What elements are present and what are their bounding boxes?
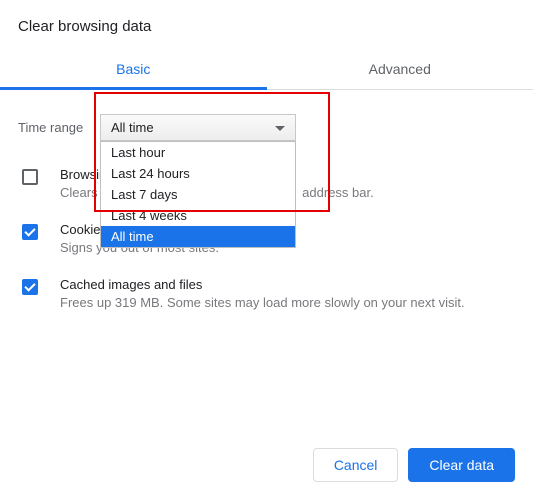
time-range-option[interactable]: Last hour (101, 142, 295, 163)
time-range-row: Time range All time Last hour Last 24 ho… (18, 114, 515, 141)
tab-basic[interactable]: Basic (0, 49, 267, 90)
time-range-selected-value: All time (111, 120, 154, 135)
time-range-option-selected[interactable]: All time (101, 226, 295, 247)
time-range-option[interactable]: Last 24 hours (101, 163, 295, 184)
option-desc: Frees up 319 MB. Some sites may load mor… (60, 295, 515, 310)
time-range-label: Time range (18, 120, 100, 135)
option-text: Cached images and files Frees up 319 MB.… (60, 277, 515, 310)
dialog-footer: Cancel Clear data (313, 448, 515, 482)
dialog-content: Time range All time Last hour Last 24 ho… (18, 90, 515, 310)
option-cache: Cached images and files Frees up 319 MB.… (18, 277, 515, 310)
tab-advanced[interactable]: Advanced (267, 49, 533, 89)
time-range-dropdown: Last hour Last 24 hours Last 7 days Last… (100, 141, 296, 248)
time-range-option[interactable]: Last 7 days (101, 184, 295, 205)
time-range-select[interactable]: All time (100, 114, 296, 141)
checkbox-cache[interactable] (22, 279, 38, 295)
tabs: Basic Advanced (0, 49, 533, 90)
checkbox-browsing-history[interactable] (22, 169, 38, 185)
dialog-title: Clear browsing data (18, 18, 515, 35)
clear-browsing-data-dialog: Clear browsing data Basic Advanced Time … (0, 0, 533, 310)
cancel-button[interactable]: Cancel (313, 448, 399, 482)
checkbox-cookies[interactable] (22, 224, 38, 240)
chevron-down-icon (275, 126, 285, 131)
time-range-option[interactable]: Last 4 weeks (101, 205, 295, 226)
time-range-select-wrap: All time Last hour Last 24 hours Last 7 … (100, 114, 296, 141)
option-title: Cached images and files (60, 277, 515, 292)
clear-data-button[interactable]: Clear data (408, 448, 515, 482)
